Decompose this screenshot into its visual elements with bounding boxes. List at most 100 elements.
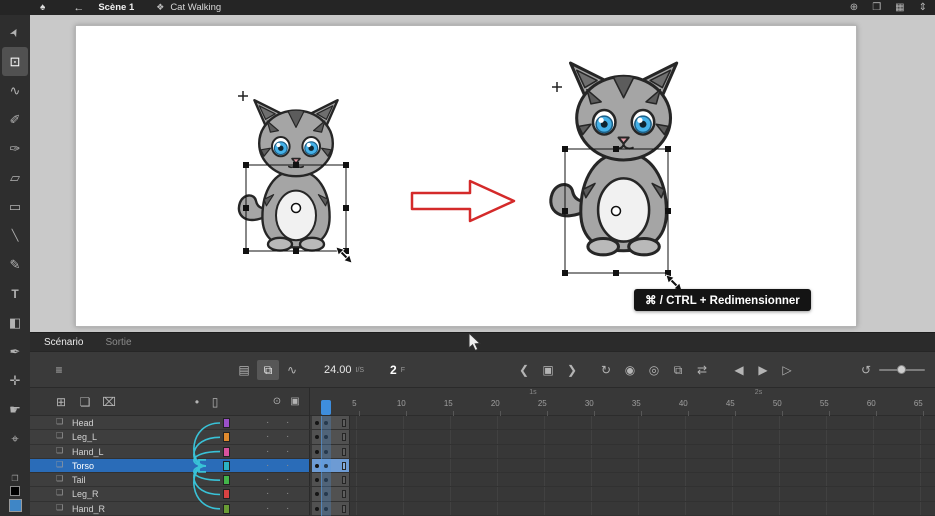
layer-frames-strip[interactable] (310, 473, 935, 487)
grid-icon[interactable]: ▦ (895, 2, 904, 13)
playhead[interactable] (321, 400, 332, 415)
stroke-color-chip[interactable] (10, 486, 20, 496)
frame-span[interactable] (312, 458, 350, 473)
layer-item[interactable]: ❑ Head · · (30, 416, 310, 430)
layer-color-swatch[interactable] (223, 489, 230, 500)
layer-lock-dot[interactable]: · (286, 459, 289, 473)
layer-color-swatch[interactable] (223, 503, 230, 514)
swap-colors-icon[interactable]: ❐ (11, 474, 18, 483)
frame-span[interactable] (312, 487, 350, 501)
eraser-tool[interactable]: ▱ (2, 163, 28, 192)
graph-editor-button[interactable]: ∿ (281, 360, 303, 380)
layer-row-leg_l[interactable]: ❑ Leg_L · · (30, 430, 935, 445)
selection-tool[interactable]: ➤ (2, 18, 28, 47)
layer-visibility-dot[interactable]: · (266, 445, 269, 459)
layer-frames-strip[interactable] (310, 458, 935, 473)
layer-color-swatch[interactable] (223, 460, 230, 471)
layer-color-swatch[interactable] (223, 446, 230, 457)
lasso-tool[interactable]: ∿ (2, 76, 28, 105)
layer-lock-dot[interactable]: · (286, 430, 289, 444)
text-tool[interactable]: T (2, 279, 28, 308)
zoom-slider-knob[interactable] (897, 365, 906, 374)
new-layer-button[interactable]: ⊞ (50, 392, 72, 412)
layer-visibility-dot[interactable]: · (266, 416, 269, 430)
layer-lock-dot[interactable]: · (286, 445, 289, 459)
layer-visibility-dot[interactable]: · (266, 502, 269, 516)
layer-color-swatch[interactable] (223, 418, 230, 428)
current-frame-value[interactable]: 2 (390, 363, 397, 377)
clip-content-icon[interactable]: ❒ (872, 2, 881, 13)
layer-item[interactable]: ❑ Hand_R · · (30, 501, 310, 516)
layer-row-head[interactable]: ❑ Head · · (30, 416, 935, 431)
layer-lock-dot[interactable]: · (286, 502, 289, 516)
layer-item[interactable]: ❑ Leg_R · · (30, 487, 310, 501)
camera-button[interactable]: ▤ (233, 360, 255, 380)
hand-tool[interactable]: ☛ (2, 395, 28, 424)
asset-warp-tool[interactable]: ✛ (2, 366, 28, 395)
layer-lock-dot[interactable]: · (286, 473, 289, 487)
layer-row-hand_r[interactable]: ❑ Hand_R · · (30, 501, 935, 516)
layer-color-swatch[interactable] (223, 432, 230, 443)
prev-keyframe-button[interactable]: ❮ (513, 360, 535, 380)
layer-color-swatch[interactable] (223, 475, 230, 486)
rectangle-tool[interactable]: ▭ (2, 192, 28, 221)
current-frame-display[interactable]: 2F (390, 352, 405, 388)
layer-frames-strip[interactable] (310, 416, 935, 430)
parent-view-button[interactable]: ▯ (204, 392, 226, 412)
layer-row-tail[interactable]: ❑ Tail · · (30, 473, 935, 488)
framerate-display[interactable]: 24.00 I/S (324, 352, 364, 388)
delete-layer-button[interactable]: ⌧ (98, 392, 120, 412)
layer-frames-strip[interactable] (310, 444, 935, 458)
layer-visibility-dot[interactable]: · (266, 487, 269, 501)
loop-button[interactable]: ↻ (595, 360, 617, 380)
center-playhead-button[interactable]: ▣ (537, 360, 559, 380)
lock-column-icon[interactable]: ▣ (284, 392, 306, 412)
fps-value[interactable]: 24.00 (324, 364, 352, 376)
edit-multiple-frames-button[interactable]: ⧉ (667, 360, 689, 380)
onion-outlines-button[interactable]: ◎ (643, 360, 665, 380)
classic-brush-tool[interactable]: ✑ (2, 134, 28, 163)
layer-frames-strip[interactable] (310, 487, 935, 501)
frame-span-button[interactable]: ⇄ (691, 360, 713, 380)
eyedropper-tool[interactable]: ✒ (2, 337, 28, 366)
fill-color-chip[interactable] (8, 499, 22, 512)
layer-visibility-dot[interactable]: · (266, 473, 269, 487)
fluid-brush-tool[interactable]: ✐ (2, 105, 28, 134)
symbol-breadcrumb[interactable]: Cat Walking (170, 2, 221, 13)
frame-span[interactable] (312, 473, 350, 487)
frame-span[interactable] (312, 444, 350, 458)
pasteboard[interactable]: ⌘ / CTRL + Redimensionner (30, 15, 935, 332)
center-stage-icon[interactable]: ⊕ (850, 2, 858, 13)
layer-frames-strip[interactable] (310, 430, 935, 444)
free-transform-tool[interactable]: ⊡ (2, 47, 28, 76)
zoom-stepper-icon[interactable]: ⇕ (919, 2, 927, 13)
pencil-tool[interactable]: ✎ (2, 250, 28, 279)
reset-timeline-zoom-button[interactable]: ↺ (855, 360, 877, 380)
layer-row-leg_r[interactable]: ❑ Leg_R · · (30, 487, 935, 502)
back-arrow-button[interactable]: ← (73, 2, 84, 14)
frame-span[interactable] (312, 430, 350, 444)
scene-breadcrumb[interactable]: Scène 1 (98, 2, 134, 13)
layer-item[interactable]: ❑ Hand_L · · (30, 444, 310, 459)
tab-scenario[interactable]: Scénario (44, 337, 83, 348)
step-forward-button[interactable]: ▷ (776, 360, 798, 380)
layer-row-hand_l[interactable]: ❑ Hand_L · · (30, 444, 935, 459)
timeline-zoom-slider[interactable] (879, 365, 925, 374)
frame-ruler[interactable]: 5 10 15 20 25 30 35 40 45 50 55 60 65 1s 2s (310, 388, 935, 416)
layer-frames-strip[interactable] (310, 501, 935, 516)
layer-item[interactable]: ❑ Leg_L · · (30, 430, 310, 444)
stage[interactable] (75, 25, 857, 327)
tab-sortie[interactable]: Sortie (105, 337, 131, 348)
layer-lock-dot[interactable]: · (286, 487, 289, 501)
paint-bucket-tool[interactable]: ◧ (2, 308, 28, 337)
onion-skin-button[interactable]: ◉ (619, 360, 641, 380)
play-button[interactable]: ▶ (752, 360, 774, 380)
frame-span[interactable] (312, 501, 350, 516)
panel-menu-icon[interactable]: ≡ (48, 360, 70, 380)
layer-item[interactable]: ❑ Torso · · (30, 458, 310, 473)
layer-lock-dot[interactable]: · (286, 416, 289, 430)
layer-row-torso[interactable]: ❑ Torso · · (30, 458, 935, 474)
step-back-button[interactable]: ◀ (728, 360, 750, 380)
frame-span[interactable] (312, 416, 350, 430)
line-tool[interactable]: ╲ (2, 221, 28, 250)
